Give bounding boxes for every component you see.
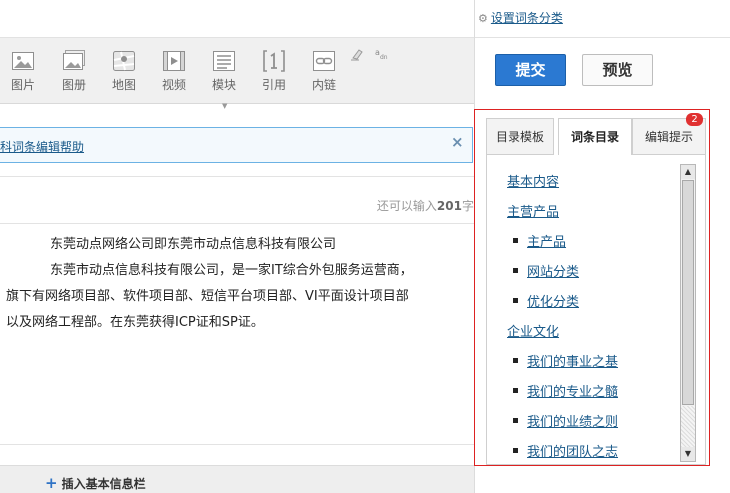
- image-icon: [12, 52, 34, 70]
- scroll-up-icon[interactable]: ▲: [681, 165, 695, 179]
- scroll-down-icon[interactable]: ▼: [681, 447, 695, 461]
- bottom-bar: + 插入基本信息栏: [0, 465, 474, 493]
- toc-list: 基本内容 主营产品 主产品 网站分类 优化分类 企业文化 我们的事业之基 我们的…: [486, 155, 706, 465]
- tool-label: 模块: [211, 78, 236, 92]
- video-icon: [163, 51, 185, 71]
- submit-button[interactable]: 提交: [495, 54, 566, 86]
- tab-bar: 目录模板 词条目录 编辑提示 2: [486, 113, 706, 156]
- tab-entry-toc[interactable]: 词条目录: [558, 118, 632, 156]
- editor-toolbar: 图片 图册 地图 视频 模块 ▼ 引用 内链 a dn: [0, 37, 474, 110]
- editor-line: 东莞动点网络公司即东莞市动点信息科技有限公司: [50, 237, 337, 252]
- bullet-icon: [513, 298, 518, 303]
- help-bar: 百科词条编辑帮助 ×: [0, 127, 473, 163]
- scrollbar-thumb[interactable]: [682, 180, 694, 405]
- reference-icon: [263, 50, 285, 72]
- tool-module[interactable]: 模块 ▼: [207, 50, 241, 110]
- toc-item[interactable]: 优化分类: [527, 291, 579, 310]
- tool-reference[interactable]: 引用: [257, 50, 291, 93]
- toc-item[interactable]: 基本内容: [507, 171, 559, 190]
- insert-infobox-button[interactable]: + 插入基本信息栏: [45, 474, 146, 492]
- tool-image[interactable]: 图片: [6, 50, 40, 93]
- set-category-label: 设置词条分类: [490, 11, 563, 25]
- counter-suffix: 字: [461, 199, 474, 213]
- toc-item[interactable]: 我们的团队之志: [527, 441, 618, 460]
- close-icon[interactable]: ×: [451, 133, 464, 151]
- scrollbar-track[interactable]: [681, 406, 695, 447]
- editor-line: 以及网络工程部。在东莞获得ICP证和SP证。: [6, 315, 264, 330]
- tool-label: 图册: [61, 78, 86, 92]
- tool-album[interactable]: 图册: [57, 50, 91, 93]
- bullet-icon: [513, 358, 518, 363]
- tool-label: 图片: [10, 78, 35, 92]
- map-icon: [113, 51, 135, 71]
- tab-toc-template[interactable]: 目录模板: [486, 118, 554, 155]
- tool-video[interactable]: 视频: [157, 50, 191, 93]
- bullet-icon: [513, 418, 518, 423]
- toc-panel: 目录模板 词条目录 编辑提示 2 基本内容 主营产品 主产品 网站分类 优化分类…: [474, 109, 710, 466]
- tool-label: 引用: [261, 78, 286, 92]
- toc-item[interactable]: 我们的专业之髓: [527, 381, 618, 400]
- eraser-icon[interactable]: [350, 47, 364, 61]
- tool-label: 视频: [161, 78, 186, 92]
- divider: [0, 223, 474, 224]
- bullet-icon: [513, 448, 518, 453]
- counter-value: 201: [436, 199, 462, 213]
- tool-label: 地图: [111, 78, 136, 92]
- toc-item[interactable]: 主产品: [527, 231, 566, 250]
- toc-item[interactable]: 主营产品: [507, 201, 559, 220]
- bullet-icon: [513, 268, 518, 273]
- chevron-down-icon: ▼: [222, 102, 228, 110]
- divider: [0, 176, 474, 177]
- edit-help-link[interactable]: 百科词条编辑帮助: [0, 138, 84, 155]
- tool-map[interactable]: 地图: [107, 50, 141, 93]
- tool-internal-link[interactable]: 内链: [307, 50, 341, 93]
- toc-item[interactable]: 我们的事业之基: [527, 351, 618, 370]
- char-counter: 还可以输入201字: [377, 197, 474, 214]
- gear-icon: ⚙: [478, 12, 488, 25]
- svg-text:dn: dn: [380, 54, 388, 61]
- notification-badge: 2: [686, 113, 703, 126]
- toc-item[interactable]: 我们的业绩之则: [527, 411, 618, 430]
- toc-scrollbar[interactable]: ▲ ▼: [680, 164, 696, 462]
- album-icon: [63, 50, 85, 70]
- toc-item[interactable]: 企业文化: [507, 321, 559, 340]
- tool-label: 内链: [311, 78, 336, 92]
- editor-line: 旗下有网络项目部、软件项目部、短信平台项目部、VI平面设计项目部: [6, 289, 409, 304]
- toc-item[interactable]: 网站分类: [527, 261, 579, 280]
- bullet-icon: [513, 388, 518, 393]
- bullet-icon: [513, 238, 518, 243]
- special-character-icon[interactable]: adn: [374, 47, 388, 61]
- counter-prefix: 还可以输入: [376, 199, 437, 213]
- editor-line: 东莞市动点信息科技有限公司，是一家IT综合外包服务运营商，: [50, 263, 413, 278]
- internal-link-icon: [313, 51, 335, 71]
- module-icon: [213, 51, 235, 71]
- divider: [475, 37, 730, 38]
- preview-button[interactable]: 预览: [582, 54, 653, 86]
- set-category-link[interactable]: ⚙ 设置词条分类: [478, 9, 563, 26]
- divider: [0, 444, 474, 445]
- plus-icon: +: [45, 474, 58, 492]
- insert-infobox-label: 插入基本信息栏: [61, 477, 146, 491]
- editor-content[interactable]: 东莞动点网络公司即东莞市动点信息科技有限公司 东莞市动点信息科技有限公司，是一家…: [6, 232, 472, 336]
